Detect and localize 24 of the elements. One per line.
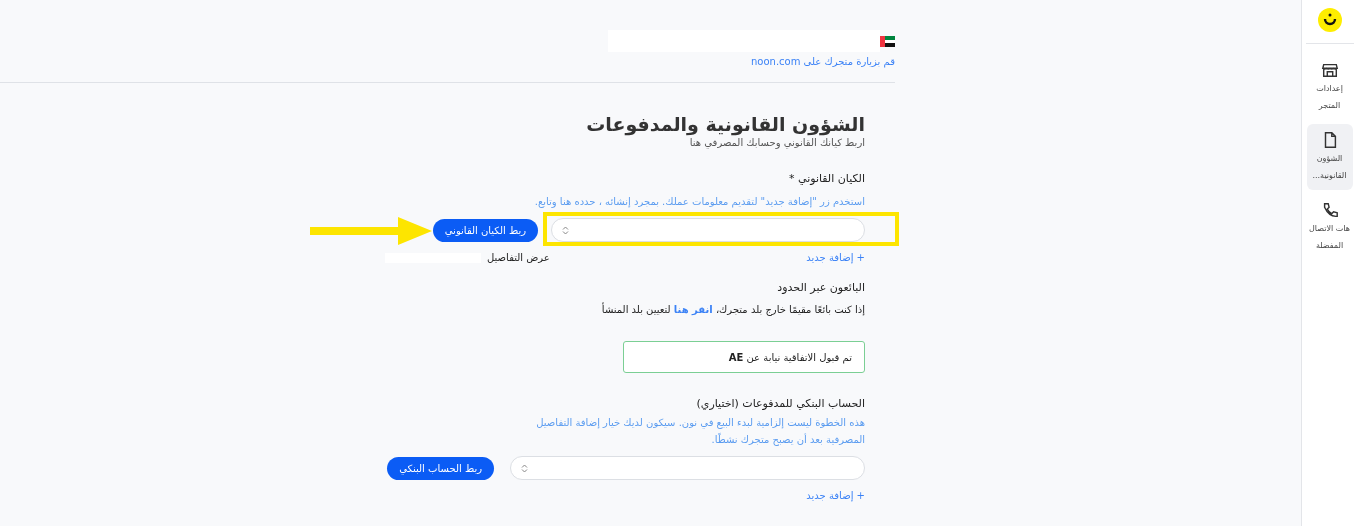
- page-title: الشؤون القانونية والمدفوعات: [585, 113, 865, 135]
- flag-icon: [880, 35, 895, 47]
- link-entity-button[interactable]: ربط الكيان القانوني: [432, 218, 538, 242]
- link-bank-button[interactable]: ربط الحساب البنكي: [387, 456, 494, 480]
- store-link[interactable]: قم بزيارة متجرك على noon.com: [751, 56, 895, 67]
- hint-text: استخدم زر "إضافة جديد" لتقديم معلومات عملك. بمجرد إنشائه ، حدده هنا وتابع.: [533, 195, 865, 210]
- sidebar-item[interactable]: هات الاتصال المفضلة: [1306, 194, 1353, 260]
- select-field[interactable]: [551, 218, 865, 242]
- field-label: الحساب البنكي للمدفوعات (اختياري): [695, 397, 865, 410]
- info-text: إذا كنت بائعًا مقيمًا خارج بلد متجرك، انقر هنا لتعيين بلد المنشأ: [600, 304, 865, 315]
- details-label: عرض التفاصيل: [487, 252, 550, 263]
- logo-icon: [1317, 8, 1342, 32]
- hint-text: هذه الخطوة ليست إلزامية لبدء البيع في نون. سيكون لديك خيار إضافة التفاصيل المصرفية بعد أن يصبح متجرك نشطًا.: [535, 416, 865, 448]
- add-new-link[interactable]: + إضافة جديد: [806, 252, 865, 263]
- sort-caret-icon: [562, 225, 569, 235]
- field-label: الكيان القانوني *: [787, 172, 865, 185]
- page-subtitle: اربط كيانك القانوني وحسابك المصرفي هنا: [688, 137, 865, 148]
- add-new-link[interactable]: + إضافة جديد: [806, 490, 865, 501]
- sidebar-item[interactable]: الشؤون القانونية...: [1306, 124, 1353, 190]
- select-field[interactable]: [510, 456, 865, 480]
- sidebar-item[interactable]: إعدادات المتجر: [1306, 54, 1353, 120]
- section-title: البائعون عبر الحدود: [776, 281, 865, 294]
- sort-caret-icon: [521, 463, 528, 473]
- click-here-link[interactable]: انقر هنا: [673, 304, 713, 315]
